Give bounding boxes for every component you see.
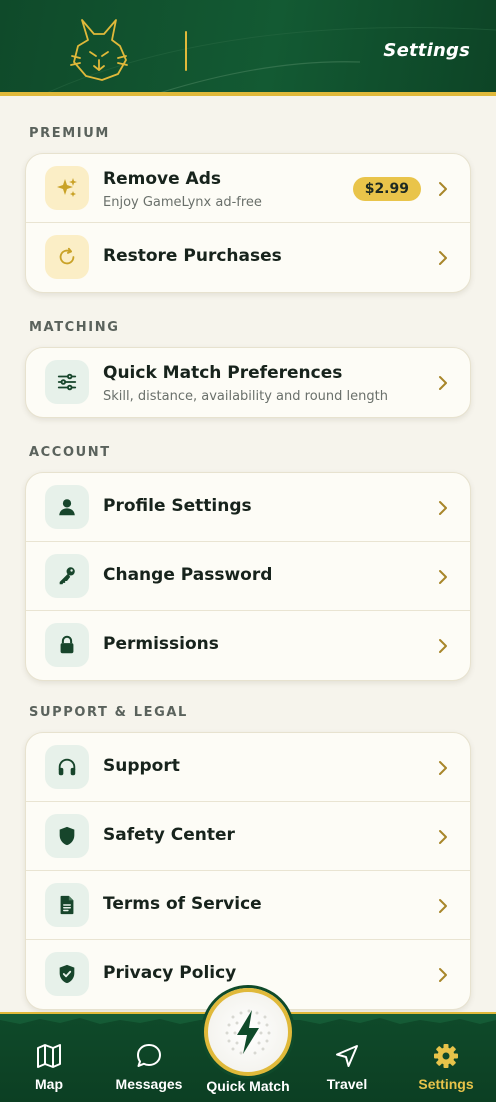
- chevron-right-icon: [439, 830, 447, 844]
- price-badge: $2.99: [352, 177, 421, 201]
- section-label-support-legal: SUPPORT & LEGAL: [29, 705, 188, 720]
- row-title: Support: [103, 756, 180, 776]
- document-icon: [45, 883, 89, 927]
- chevron-right-icon: [439, 968, 447, 982]
- nav-item-map[interactable]: Map: [4, 1042, 94, 1092]
- section-label-premium: PREMIUM: [29, 126, 110, 141]
- row-title: Quick Match Preferences: [103, 363, 343, 383]
- nav-label: Travel: [326, 1076, 368, 1092]
- chevron-right-icon: [439, 639, 447, 653]
- settings-row-change-password[interactable]: Change Password: [26, 542, 470, 611]
- row-title: Change Password: [103, 565, 273, 585]
- nav-item-travel[interactable]: Travel: [302, 1042, 392, 1092]
- row-title: Remove Ads: [103, 169, 221, 189]
- chevron-right-icon: [439, 182, 447, 196]
- chevron-right-icon: [439, 376, 447, 390]
- section-label-account: ACCOUNT: [29, 445, 111, 460]
- nav-label: Messages: [115, 1076, 183, 1092]
- lynx-logo-icon: [70, 19, 128, 81]
- row-title: Terms of Service: [103, 894, 262, 914]
- settings-row-safety-center[interactable]: Safety Center: [26, 802, 470, 871]
- settings-row-profile-settings[interactable]: Profile Settings: [26, 473, 470, 542]
- row-title: Privacy Policy: [103, 963, 237, 983]
- lightning-icon: [225, 1009, 271, 1055]
- card-account: Profile Settings Change Password Permiss…: [25, 472, 471, 681]
- nav-label-quick-match: Quick Match: [206, 1078, 290, 1094]
- map-icon: [37, 1044, 61, 1068]
- sparkle-icon: [45, 166, 89, 210]
- user-icon: [45, 485, 89, 529]
- card-premium: Remove Ads Enjoy GameLynx ad-free $2.99 …: [25, 153, 471, 293]
- chevron-right-icon: [439, 761, 447, 775]
- nav-item-settings[interactable]: Settings: [401, 1042, 491, 1092]
- page-title: Settings: [383, 40, 470, 61]
- chevron-right-icon: [439, 570, 447, 584]
- row-title: Profile Settings: [103, 496, 252, 516]
- card-matching: Quick Match Preferences Skill, distance,…: [25, 347, 471, 418]
- row-title: Restore Purchases: [103, 246, 282, 266]
- chat-icon: [137, 1044, 161, 1067]
- nav-label: Map: [35, 1076, 63, 1092]
- row-title: Safety Center: [103, 825, 235, 845]
- row-subtitle: Enjoy GameLynx ad-free: [103, 195, 262, 210]
- row-title: Permissions: [103, 634, 219, 654]
- sliders-icon: [45, 360, 89, 404]
- header-divider: [185, 31, 187, 71]
- navigation-arrow-icon: [336, 1045, 358, 1067]
- shield-icon: [45, 814, 89, 858]
- row-subtitle: Skill, distance, availability and round …: [103, 389, 388, 404]
- chevron-right-icon: [439, 501, 447, 515]
- settings-row-quick-match-preferences[interactable]: Quick Match Preferences Skill, distance,…: [26, 348, 470, 417]
- settings-row-permissions[interactable]: Permissions: [26, 611, 470, 680]
- refresh-icon: [45, 235, 89, 279]
- headphones-icon: [45, 745, 89, 789]
- nav-item-messages[interactable]: Messages: [104, 1042, 194, 1092]
- lock-icon: [45, 623, 89, 667]
- app-header: Settings: [0, 0, 496, 96]
- nav-label: Settings: [418, 1076, 474, 1092]
- settings-row-remove-ads[interactable]: Remove Ads Enjoy GameLynx ad-free $2.99: [26, 154, 470, 223]
- gear-icon: [434, 1044, 458, 1068]
- quick-match-button[interactable]: [204, 988, 292, 1076]
- settings-row-support[interactable]: Support: [26, 733, 470, 802]
- settings-row-restore-purchases[interactable]: Restore Purchases: [26, 223, 470, 292]
- settings-row-terms-of-service[interactable]: Terms of Service: [26, 871, 470, 940]
- chevron-right-icon: [439, 899, 447, 913]
- shield-check-icon: [45, 952, 89, 996]
- bottom-nav: Map Messages Quick Match Travel Settings: [0, 988, 496, 1102]
- section-label-matching: MATCHING: [29, 320, 120, 335]
- key-icon: [45, 554, 89, 598]
- chevron-right-icon: [439, 251, 447, 265]
- card-support-legal: Support Safety Center Terms of Service P…: [25, 732, 471, 1010]
